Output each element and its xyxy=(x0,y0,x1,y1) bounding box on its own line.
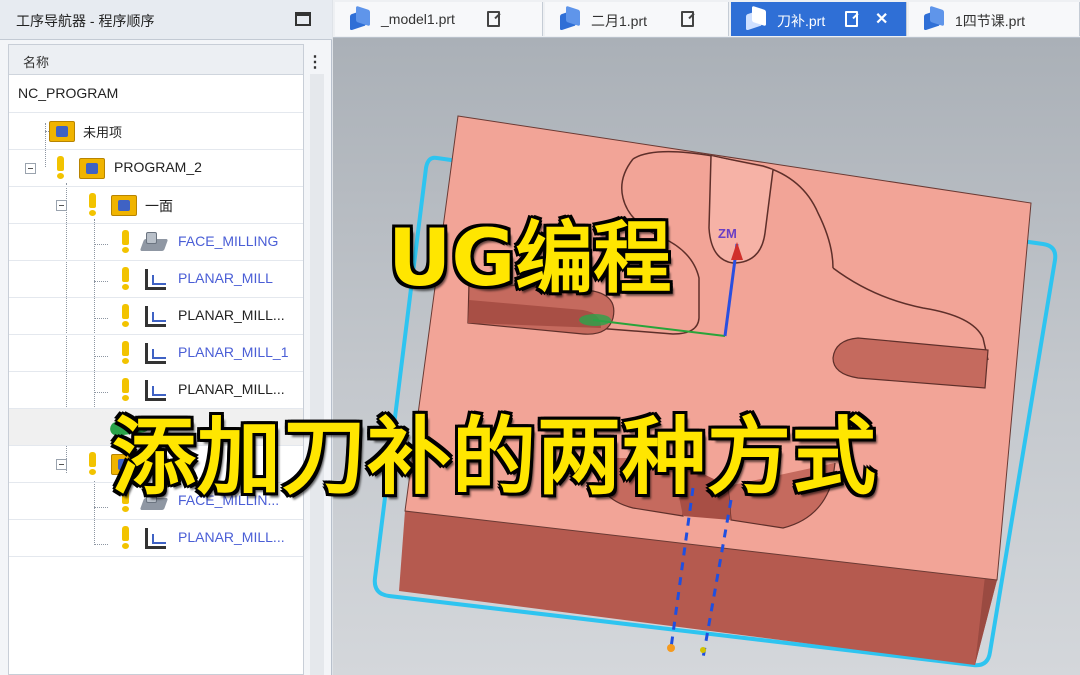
caption-title: UG编程 xyxy=(388,214,672,304)
tree-row-label: FACE_MILLING xyxy=(178,233,279,249)
warning-icon xyxy=(55,156,65,180)
navigator-title: 工序导航器 - 程序顺序 xyxy=(16,13,155,29)
navigator-title-bar: 工序导航器 - 程序顺序 xyxy=(0,0,332,40)
planar-mill-icon xyxy=(142,304,168,329)
column-header-label: 名称 xyxy=(23,55,50,70)
collapse-toggle[interactable] xyxy=(25,163,36,174)
tab-february[interactable]: 二月1.prt xyxy=(545,2,729,36)
warning-icon xyxy=(120,230,130,254)
tab-label: _model1.prt xyxy=(381,11,455,27)
planar-mill-icon xyxy=(142,267,168,292)
tab-cutter-comp[interactable]: 刀补.prt ✕ xyxy=(731,2,907,36)
document-tab-bar: _model1.prt 二月1.prt 刀补.prt ✕ 1四节课.prt xyxy=(333,0,1080,38)
warning-icon xyxy=(87,193,97,217)
zm-axis-label: ZM xyxy=(718,226,737,241)
tree-row-operation[interactable]: PLANAR_MILL xyxy=(9,261,303,298)
part-model-view[interactable]: ZM xyxy=(333,38,1080,675)
warning-icon xyxy=(120,267,130,291)
tree-row-label: PROGRAM_2 xyxy=(114,159,202,175)
operation-tree: 名称 NC_PROGRAM 未用项 PROGRAM_2 一面 FACE_MILL… xyxy=(8,44,304,675)
toolpath-end-point xyxy=(700,647,706,653)
caption-subtitle: 添加刀补的两种方式 xyxy=(112,408,878,506)
planar-mill-icon xyxy=(142,341,168,366)
tree-row-nc-program[interactable]: NC_PROGRAM xyxy=(9,76,303,113)
planar-mill-icon xyxy=(142,526,168,551)
warning-icon xyxy=(120,304,130,328)
tree-row-label: 未用项 xyxy=(83,125,123,140)
toolpath-start-point xyxy=(667,644,675,652)
warning-icon xyxy=(120,526,130,550)
tree-row-group-1[interactable]: 一面 xyxy=(9,187,303,224)
tree-row-label: NC_PROGRAM xyxy=(18,85,119,101)
tree-row-operation[interactable]: PLANAR_MILL... xyxy=(9,520,303,557)
folder-icon xyxy=(49,121,75,142)
face-milling-icon xyxy=(140,231,168,253)
tree-row-operation[interactable]: FACE_MILLING xyxy=(9,224,303,261)
part-file-icon xyxy=(557,6,583,32)
part-file-icon xyxy=(921,6,947,32)
column-header-name[interactable]: 名称 xyxy=(9,45,303,75)
tree-row-label: PLANAR_MILL xyxy=(178,270,273,286)
maximize-icon[interactable] xyxy=(295,12,311,26)
column-menu-icon[interactable]: ⋮ xyxy=(307,52,323,72)
close-icon[interactable]: ✕ xyxy=(875,9,888,29)
tree-row-label: PLANAR_MILL_1 xyxy=(178,344,289,360)
program-folder-icon xyxy=(79,158,105,179)
tab-model1[interactable]: _model1.prt xyxy=(335,2,543,36)
tab-label: 1四节课.prt xyxy=(955,13,1026,29)
tree-row-program-2[interactable]: PROGRAM_2 xyxy=(9,150,303,187)
tree-row-operation[interactable]: PLANAR_MILL_1 xyxy=(9,335,303,372)
part-file-icon xyxy=(743,6,769,32)
warning-icon xyxy=(87,452,97,476)
tree-row-label: 一面 xyxy=(145,198,173,214)
operation-navigator-panel: 工序导航器 - 程序顺序 ⋮ 名称 NC_PROGRAM 未用项 PROGRAM… xyxy=(0,0,332,675)
graphics-viewport[interactable]: ZM xyxy=(333,38,1080,675)
collapse-toggle[interactable] xyxy=(56,200,67,211)
collapse-toggle[interactable] xyxy=(56,459,67,470)
origin-marker xyxy=(579,314,611,326)
tree-row-label: PLANAR_MILL... xyxy=(178,529,285,545)
tab-label: 刀补.prt xyxy=(777,13,826,29)
tree-row-label: PLANAR_MILL... xyxy=(178,307,285,323)
navigator-scrollbar[interactable] xyxy=(310,74,324,675)
tree-row-operation[interactable]: PLANAR_MILL... xyxy=(9,298,303,335)
program-folder-icon xyxy=(111,195,137,216)
tree-row-unused-items[interactable]: 未用项 xyxy=(9,113,303,150)
tab-label: 二月1.prt xyxy=(591,13,648,29)
modified-doc-icon[interactable] xyxy=(681,11,694,27)
warning-icon xyxy=(120,341,130,365)
tab-lesson-4[interactable]: 1四节课.prt xyxy=(909,2,1080,36)
modified-doc-icon[interactable] xyxy=(487,11,500,27)
modified-doc-icon[interactable] xyxy=(845,11,858,27)
part-file-icon xyxy=(347,6,373,32)
